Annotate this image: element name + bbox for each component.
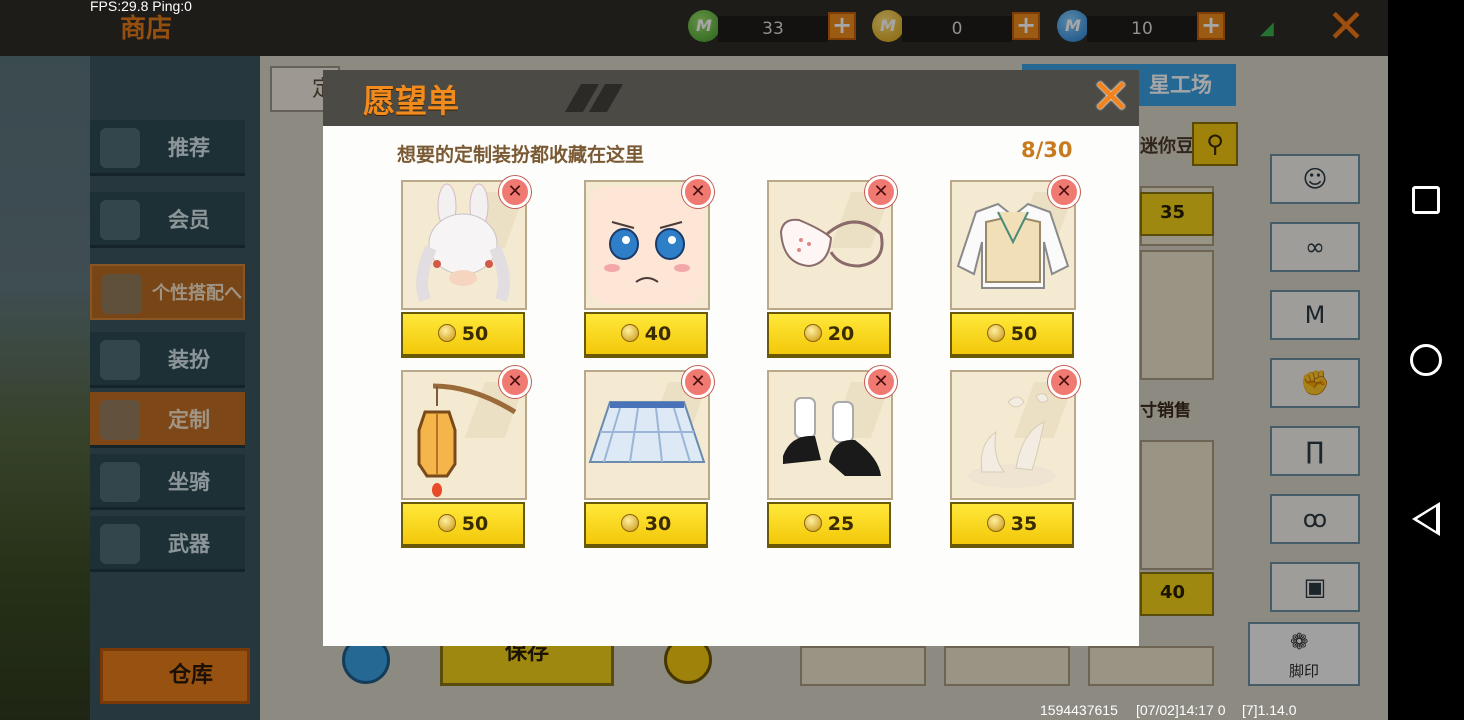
user-id: 1594437615 xyxy=(1040,702,1118,718)
game-screen: 定 星工场 迷你豆 ⚲ 35 寸销售 40 推荐 会员 个性搭配へ 装扮 定制 … xyxy=(0,0,1388,720)
timestamp: [07/02]14:17 0 xyxy=(1136,702,1226,718)
coin-icon xyxy=(986,324,1005,342)
dialog-body: 想要的定制装扮都收藏在这里 8/30 50 ✕ 40 ✕ 20 ✕ 50 ✕ 5… xyxy=(323,126,1139,646)
coin-icon xyxy=(803,514,822,532)
dialog-title: 愿望单 xyxy=(363,82,460,120)
price-button[interactable]: 20 xyxy=(767,312,891,358)
price-button[interactable]: 40 xyxy=(584,312,708,358)
wishlist-item[interactable]: 40 ✕ xyxy=(584,176,714,358)
remove-item-button[interactable]: ✕ xyxy=(865,366,897,398)
wishlist-item[interactable]: 25 ✕ xyxy=(767,366,897,548)
wishlist-item[interactable]: 35 ✕ xyxy=(950,366,1080,548)
coin-icon xyxy=(437,514,456,532)
coin-icon xyxy=(986,514,1005,532)
price-button[interactable]: 50 xyxy=(401,312,525,358)
back-icon[interactable] xyxy=(1412,502,1440,536)
home-icon[interactable] xyxy=(1410,344,1442,376)
remove-item-button[interactable]: ✕ xyxy=(499,366,531,398)
price-button[interactable]: 50 xyxy=(950,312,1074,358)
wishlist-item[interactable]: 30 ✕ xyxy=(584,366,714,548)
coin-icon xyxy=(437,324,456,342)
remove-item-button[interactable]: ✕ xyxy=(1048,366,1080,398)
remove-item-button[interactable]: ✕ xyxy=(865,176,897,208)
close-dialog-button[interactable]: ✕ xyxy=(1087,73,1135,122)
wishlist-dialog: 愿望单 ✕ 想要的定制装扮都收藏在这里 8/30 50 ✕ 40 ✕ 20 ✕ … xyxy=(323,70,1139,646)
price-button[interactable]: 25 xyxy=(767,502,891,548)
price-button[interactable]: 50 xyxy=(401,502,525,548)
wishlist-item[interactable]: 50 ✕ xyxy=(401,366,531,548)
wishlist-item[interactable]: 50 ✕ xyxy=(950,176,1080,358)
price-button[interactable]: 35 xyxy=(950,502,1074,548)
remove-item-button[interactable]: ✕ xyxy=(499,176,531,208)
wishlist-item[interactable]: 20 ✕ xyxy=(767,176,897,358)
coin-icon xyxy=(803,324,822,342)
wishlist-item[interactable]: 50 ✕ xyxy=(401,176,531,358)
fps-readout: FPS:29.8 Ping:0 xyxy=(90,0,192,14)
wishlist-counter: 8/30 xyxy=(1021,138,1073,162)
dialog-subtitle: 想要的定制装扮都收藏在这里 xyxy=(397,144,645,166)
version-label: [7]1.14.0 xyxy=(1242,702,1297,718)
coin-icon xyxy=(620,514,639,532)
remove-item-button[interactable]: ✕ xyxy=(682,366,714,398)
remove-item-button[interactable]: ✕ xyxy=(1048,176,1080,208)
remove-item-button[interactable]: ✕ xyxy=(682,176,714,208)
price-button[interactable]: 30 xyxy=(584,502,708,548)
dialog-header: 愿望单 ✕ xyxy=(323,70,1139,126)
coin-icon xyxy=(620,324,639,342)
recent-apps-icon[interactable] xyxy=(1412,186,1440,214)
